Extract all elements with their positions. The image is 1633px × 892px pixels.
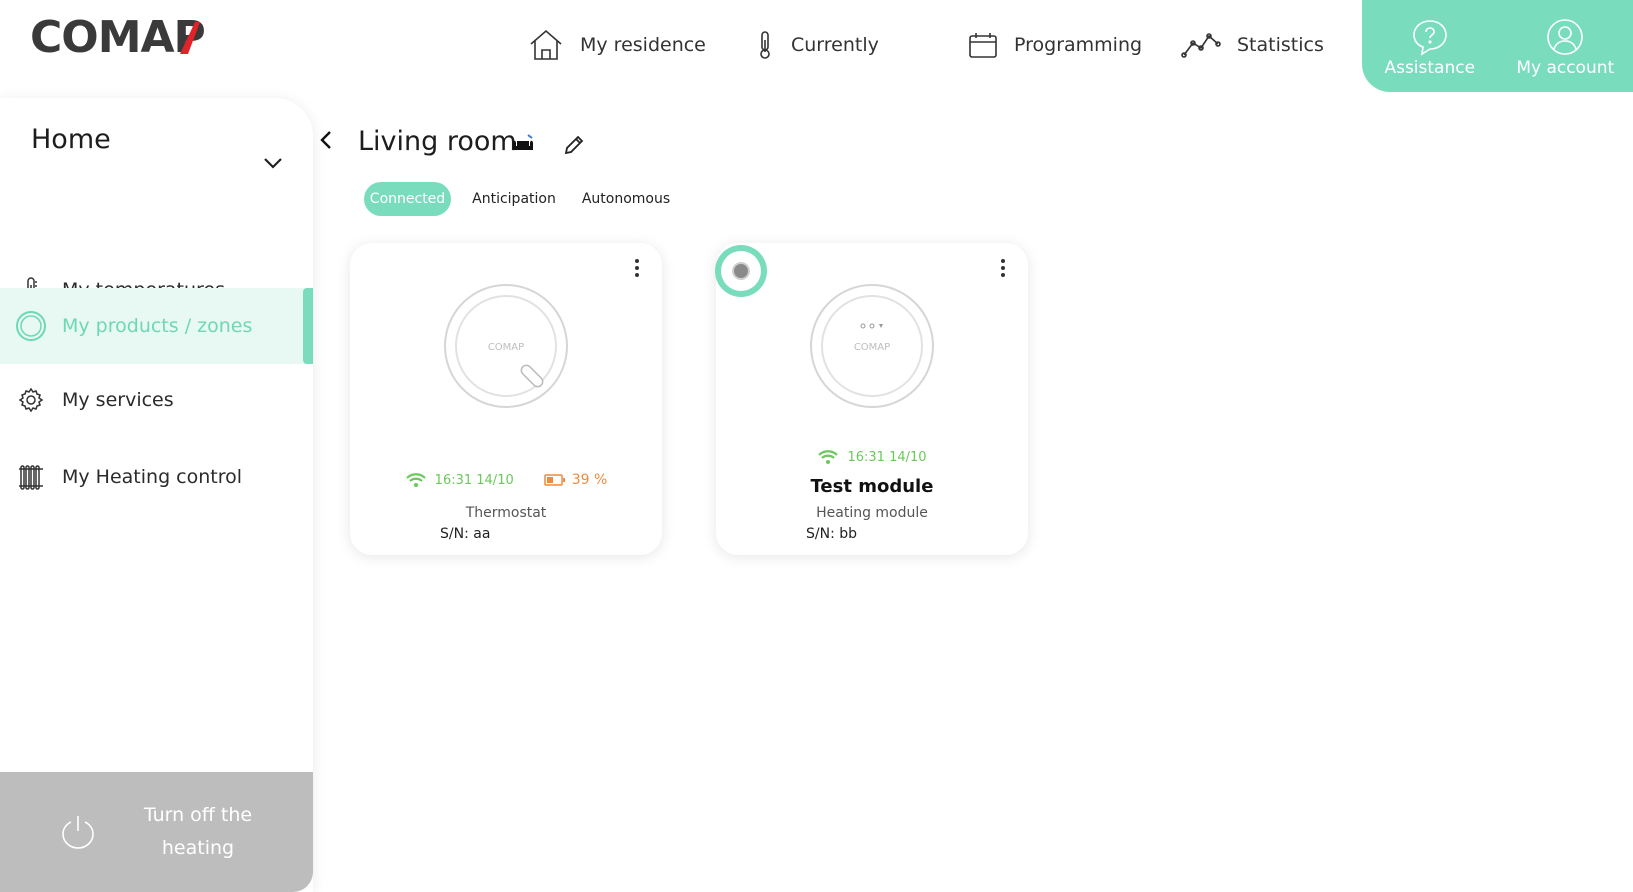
sidebar-item-products-zones[interactable]: My products / zones — [0, 288, 313, 364]
tab-anticipation[interactable]: Anticipation — [470, 182, 558, 216]
radiator-icon — [19, 465, 43, 490]
more-options-icon[interactable] — [632, 257, 642, 279]
turn-off-heating-button[interactable]: Turn off the heating — [0, 772, 313, 892]
last-sync-time: 16:31 14/10 — [847, 449, 927, 465]
select-radio[interactable] — [715, 245, 767, 297]
device-name: Test module — [810, 476, 934, 497]
serial-number: S/N: bb — [806, 526, 858, 542]
chevron-left-icon[interactable] — [316, 128, 336, 152]
battery-icon — [543, 474, 565, 486]
sidebar-item-label: My services — [62, 389, 174, 411]
device-type: Thermostat — [465, 505, 547, 521]
nav-currently[interactable]: Currently — [755, 22, 879, 68]
house-icon — [530, 29, 562, 60]
assistance-label: Assistance — [1384, 58, 1476, 78]
thermostat-image: COMAP — [444, 284, 568, 408]
comap-logo[interactable]: COMAP — [30, 14, 262, 62]
heating-module-image: COMAP — [810, 284, 934, 408]
sidebar-item-services[interactable]: My services — [0, 362, 313, 438]
thermometer-icon — [760, 31, 770, 59]
chevron-down-icon[interactable] — [262, 156, 284, 170]
top-actions-panel: Assistance My account — [1362, 0, 1633, 92]
active-indicator — [303, 288, 313, 364]
home-title: Home — [31, 124, 111, 155]
svg-text:COMAP: COMAP — [488, 342, 524, 353]
sofa-icon — [513, 134, 533, 150]
device-card-heating-module[interactable]: COMAP 16:31 14/10 Test module Heating mo… — [715, 243, 1028, 555]
last-sync-time: 16:31 14/10 — [434, 472, 514, 488]
wifi-icon — [405, 473, 426, 487]
line-chart-icon — [1181, 33, 1221, 58]
turn-off-label: Turn off the heating — [143, 804, 253, 859]
assistance-button[interactable]: Assistance — [1362, 0, 1498, 92]
sidebar-item-heating-control[interactable]: My Heating control — [0, 439, 313, 515]
help-bubble-icon — [1412, 20, 1447, 56]
tab-autonomous[interactable]: Autonomous — [580, 182, 672, 216]
wifi-icon — [818, 450, 839, 464]
gear-icon — [18, 387, 44, 413]
more-options-icon[interactable] — [998, 257, 1008, 279]
pencil-icon[interactable] — [562, 133, 586, 157]
top-header: COMAP My residence Currently Programming… — [0, 0, 1633, 92]
tab-connected[interactable]: Connected — [364, 182, 451, 216]
power-icon — [62, 816, 94, 849]
sidebar: Home My temperatures My products / zones… — [0, 98, 313, 892]
nav-label: Statistics — [1237, 34, 1324, 56]
room-title: Living room — [358, 126, 517, 157]
nav-label: My residence — [580, 34, 706, 56]
status-row: 16:31 14/10 — [716, 449, 1028, 465]
device-card-thermostat[interactable]: COMAP 16:31 14/10 39 % Thermostat S/N: a… — [350, 243, 662, 555]
device-type: Heating module — [816, 505, 928, 521]
nav-label: Currently — [791, 34, 879, 56]
user-icon — [1547, 19, 1584, 55]
status-row: 16:31 14/10 39 % — [350, 472, 662, 488]
serial-number: S/N: aa — [440, 526, 491, 542]
nav-programming[interactable]: Programming — [968, 22, 1142, 68]
account-label: My account — [1516, 58, 1615, 78]
nav-statistics[interactable]: Statistics — [1181, 22, 1324, 68]
ring-icon — [16, 311, 46, 341]
nav-label: Programming — [1014, 34, 1143, 56]
sidebar-item-label: My Heating control — [62, 466, 243, 488]
calendar-icon — [969, 33, 997, 58]
nav-my-residence[interactable]: My residence — [528, 22, 706, 68]
svg-text:COMAP: COMAP — [30, 14, 205, 62]
sidebar-item-label: My products / zones — [62, 315, 253, 337]
battery-level: 39 % — [571, 472, 608, 488]
my-account-button[interactable]: My account — [1498, 0, 1633, 92]
svg-text:COMAP: COMAP — [854, 342, 890, 353]
